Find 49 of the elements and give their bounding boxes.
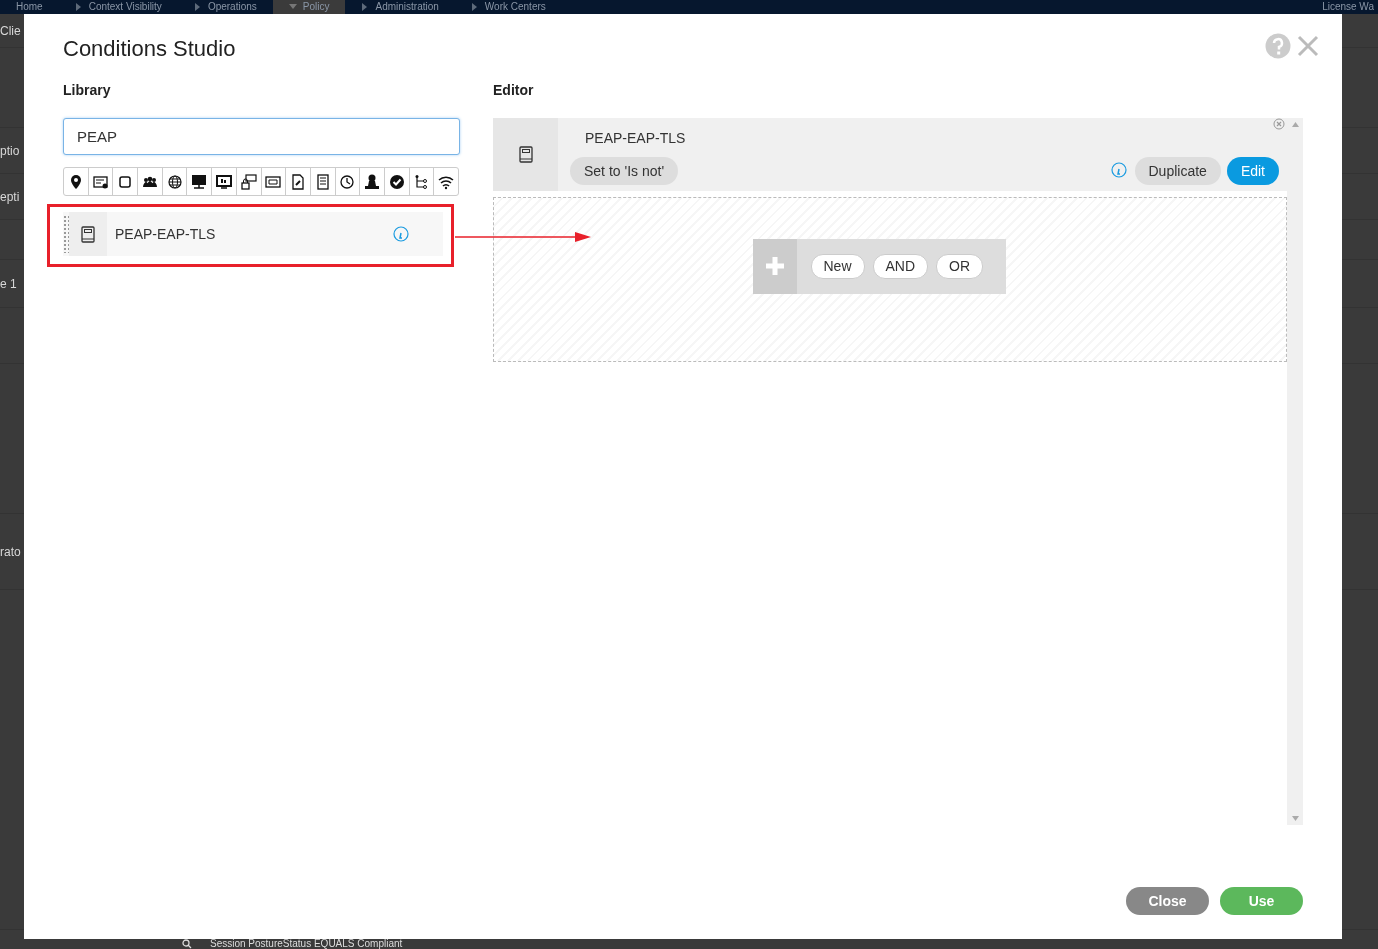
operator-button[interactable]: OR [936, 253, 984, 279]
info-icon[interactable] [393, 226, 409, 242]
display-chart-icon [215, 173, 232, 190]
document-icon [290, 173, 307, 190]
globe-icon [166, 173, 183, 190]
item-label: PEAP-EAP-TLS [115, 226, 217, 242]
search-field[interactable]: PEAP [63, 118, 460, 155]
caret-right-icon [470, 3, 479, 11]
condition-name: PEAP-EAP-TLS [585, 130, 687, 148]
nav-tab[interactable]: Operations [177, 0, 273, 14]
certificate-icon [92, 173, 109, 190]
clock-icon [339, 173, 356, 190]
close-button[interactable]: Close [1126, 887, 1209, 915]
row-text: rato [0, 544, 21, 559]
nav-link[interactable]: License Wa [1322, 1, 1374, 13]
duplicate-button[interactable]: Duplicate [1134, 157, 1221, 185]
wifi-icon [438, 173, 455, 190]
operator-button[interactable]: Set to 'Is not' [570, 157, 679, 185]
nav-tab[interactable]: Administration [345, 0, 455, 14]
nav-tab[interactable]: Work Centers [454, 0, 562, 14]
nav-tab[interactable]: Home [0, 0, 59, 14]
port-icon [265, 173, 282, 190]
row-text: e 1 [0, 276, 17, 291]
row-text: Clie [0, 23, 21, 38]
book-icon [518, 146, 533, 163]
operator-button[interactable]: AND [872, 253, 929, 279]
chat-lock-icon [240, 173, 257, 190]
caret-down-icon [288, 3, 297, 11]
info-icon[interactable] [1110, 162, 1129, 180]
row-text: epti [0, 189, 20, 204]
book-icon [81, 225, 95, 243]
monitor-icon [191, 173, 208, 190]
section-heading: Editor [493, 82, 535, 98]
row-text: ptio [0, 143, 20, 158]
hierarchy-icon [413, 173, 430, 190]
nav-tab[interactable]: Context Visibility [58, 0, 178, 14]
library-item[interactable]: PEAP-EAP-TLS [63, 212, 443, 256]
user-icon [364, 173, 381, 190]
square-icon [117, 173, 134, 190]
nav-tab[interactable]: Policy [272, 0, 346, 14]
caret-right-icon [74, 3, 83, 11]
dialog-title: Conditions Studio [63, 36, 236, 62]
caret-right-icon [193, 3, 202, 11]
drag-handle[interactable] [63, 215, 69, 253]
rule-text: Session PostureStatus EQUALS Compliant [210, 939, 403, 949]
operator-button[interactable]: New [810, 253, 865, 279]
server-icon [314, 173, 331, 190]
check-circle-icon [388, 173, 405, 190]
section-heading: Library [63, 82, 112, 98]
